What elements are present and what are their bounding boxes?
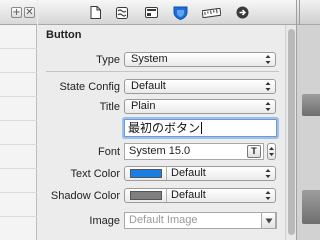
navigator-row-divider — [0, 96, 37, 97]
text-color-swatch[interactable] — [130, 169, 162, 178]
navigator-strip: + ✕ — [0, 0, 37, 240]
tab-quick-help[interactable] — [114, 5, 130, 20]
tab-identity[interactable] — [143, 5, 159, 20]
navigator-row-divider — [0, 144, 37, 145]
chevron-down-icon — [265, 218, 273, 224]
shadow-color-value: Default — [171, 189, 206, 201]
section-title: Button — [46, 29, 82, 41]
tab-size[interactable] — [201, 5, 221, 20]
title-label: Title — [99, 101, 120, 113]
stepper-arrows-icon — [269, 147, 274, 156]
title-text-value: 最初のボタン — [128, 121, 201, 135]
font-field[interactable]: System 15.0 T — [124, 143, 264, 160]
ruler-icon — [201, 7, 221, 18]
navigator-row-divider — [0, 120, 37, 121]
font-label: Font — [97, 146, 120, 158]
image-dropdown-button[interactable] — [261, 212, 276, 229]
navigator-row-divider — [0, 168, 37, 169]
font-picker-icon[interactable]: T — [247, 145, 261, 158]
library-item-icon[interactable] — [302, 190, 320, 224]
tab-file-inspector[interactable] — [87, 5, 103, 20]
inspector-toolbar — [38, 0, 296, 25]
section-divider — [46, 71, 279, 72]
wave-icon — [116, 6, 128, 19]
inspector-scrollbar[interactable] — [285, 25, 296, 240]
library-strip — [296, 0, 320, 240]
document-icon — [90, 6, 101, 19]
font-size-stepper[interactable] — [267, 143, 276, 160]
split-grip[interactable] — [297, 0, 300, 25]
navigator-toolbar: + ✕ — [0, 0, 37, 25]
shadow-color-popup[interactable]: Default — [124, 188, 276, 203]
type-popup[interactable]: System — [124, 52, 276, 67]
popup-arrows-icon — [265, 55, 271, 64]
library-toolbar — [297, 0, 320, 25]
identity-card-icon — [144, 7, 158, 18]
color-popup-separator — [166, 167, 167, 180]
type-label: Type — [96, 54, 120, 66]
tab-connections[interactable] — [234, 5, 250, 20]
tab-attributes[interactable] — [172, 5, 188, 20]
font-value: System 15.0 — [129, 145, 191, 157]
popup-arrows-icon — [265, 169, 271, 178]
remove-icon[interactable]: ✕ — [24, 7, 35, 18]
popup-arrows-icon — [265, 102, 271, 111]
shield-icon — [173, 6, 187, 20]
scrollbar-thumb[interactable] — [288, 29, 295, 235]
navigator-row-divider — [0, 216, 37, 217]
state-config-popup[interactable]: Default — [124, 79, 276, 94]
type-value: System — [131, 53, 168, 65]
text-color-label: Text Color — [70, 168, 120, 180]
title-text-field[interactable]: 最初のボタン — [124, 119, 277, 137]
title-popup[interactable]: Plain — [124, 99, 276, 114]
popup-arrows-icon — [265, 82, 271, 91]
text-color-popup[interactable]: Default — [124, 166, 276, 181]
add-icon[interactable]: + — [11, 7, 22, 18]
navigator-row-divider — [0, 48, 37, 49]
color-popup-separator — [166, 189, 167, 202]
navigator-row-divider — [0, 192, 37, 193]
arrow-circle-icon — [236, 6, 248, 19]
image-label: Image — [89, 215, 120, 227]
text-caret — [201, 122, 203, 134]
image-placeholder: Default Image — [129, 214, 198, 226]
navigator-row-divider — [0, 72, 37, 73]
library-item-icon[interactable] — [302, 94, 320, 116]
shadow-color-label: Shadow Color — [50, 190, 120, 202]
state-config-value: Default — [131, 80, 166, 92]
text-color-value: Default — [171, 167, 206, 179]
image-combo-box[interactable]: Default Image — [124, 212, 277, 229]
title-value: Plain — [131, 100, 156, 112]
shadow-color-swatch[interactable] — [130, 191, 162, 200]
state-config-label: State Config — [59, 81, 120, 93]
popup-arrows-icon — [265, 191, 271, 200]
